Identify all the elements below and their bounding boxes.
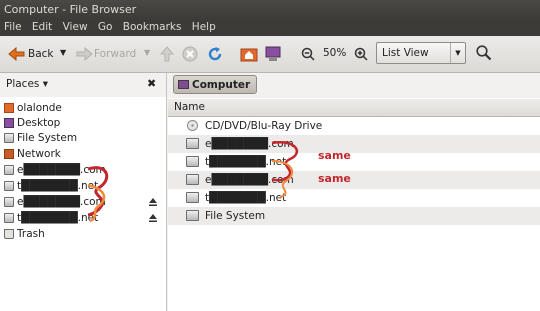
forward-arrow-icon	[76, 47, 93, 61]
back-label: Back	[28, 48, 54, 60]
annotation-label: same	[318, 172, 351, 185]
menu-bookmarks[interactable]: Bookmarks	[123, 21, 182, 33]
up-arrow-icon[interactable]	[160, 46, 174, 62]
chevron-down-icon: ▼	[450, 43, 465, 63]
computer-icon[interactable]	[264, 46, 282, 62]
menu-help[interactable]: Help	[192, 21, 216, 33]
close-icon[interactable]: ✖	[147, 73, 156, 95]
zoom-in-icon[interactable]	[354, 47, 368, 61]
back-arrow-icon	[8, 47, 25, 61]
reload-icon[interactable]	[207, 46, 223, 62]
menu-edit[interactable]: Edit	[32, 21, 52, 33]
main-pane: Computer Name CD/DVD/Blu-Ray Drive e████…	[168, 73, 540, 311]
menu-bar: File Edit View Go Bookmarks Help	[0, 19, 540, 36]
sidebar: Places ▾ ✖ olalonde Desktop File System …	[0, 73, 167, 311]
zoom-level: 50%	[323, 47, 347, 59]
sidebar-header: Places ▾ ✖	[0, 73, 167, 95]
places-list: olalonde Desktop File System Network e██…	[0, 97, 166, 311]
view-mode-select[interactable]: List View ▼	[376, 42, 466, 64]
view-mode-value: List View	[382, 47, 429, 59]
menu-file[interactable]: File	[4, 21, 22, 33]
zoom-out-icon[interactable]	[301, 47, 315, 61]
places-dropdown[interactable]: Places ▾	[6, 73, 48, 95]
forward-button[interactable]: Forward ▼	[72, 43, 152, 65]
annotation-strokes	[87, 166, 109, 223]
back-dropdown-icon[interactable]: ▼	[60, 48, 66, 57]
forward-dropdown-icon[interactable]: ▼	[144, 48, 150, 57]
menu-view[interactable]: View	[63, 21, 88, 33]
window-title: Computer - File Browser	[0, 0, 540, 19]
home-folder-icon[interactable]	[240, 46, 258, 62]
forward-label: Forward	[94, 48, 137, 60]
back-button[interactable]: Back ▼	[4, 43, 68, 65]
stop-icon[interactable]	[182, 46, 198, 62]
annotation-strokes	[271, 141, 299, 198]
annotation-label: same	[318, 149, 351, 162]
search-icon[interactable]	[476, 45, 492, 61]
menu-go[interactable]: Go	[98, 21, 113, 33]
